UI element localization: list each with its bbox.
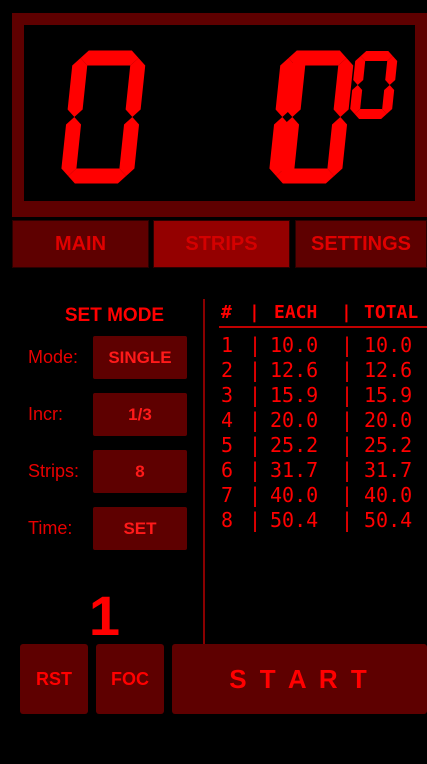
table-cell-sep1: | — [249, 358, 262, 382]
table-cell-n: 4 — [221, 408, 234, 432]
table-cell-sep2: | — [341, 383, 354, 407]
tab-settings[interactable]: SETTINGS — [295, 220, 427, 268]
segment-f — [67, 58, 88, 117]
table-cell-total: 31.7 — [364, 458, 413, 482]
table-cell-sep2: | — [341, 333, 354, 357]
table-cell-total: 20.0 — [364, 408, 413, 432]
segment-d — [68, 168, 127, 184]
table-cell-sep1: | — [249, 508, 262, 532]
header-each: EACH — [274, 302, 318, 323]
table-cell-n: 6 — [221, 458, 234, 482]
table-cell-n: 5 — [221, 433, 234, 457]
focus-button-label: FOC — [111, 668, 149, 689]
segment-c — [327, 117, 348, 176]
table-row: 2 | 12.6 | 12.6 — [219, 358, 427, 382]
table-row: 1 | 10.0 | 10.0 — [219, 333, 427, 357]
table-cell-each: 12.6 — [270, 358, 319, 382]
table-cell-total: 15.9 — [364, 383, 413, 407]
reset-button[interactable]: RST — [20, 644, 88, 714]
table-cell-sep2: | — [341, 408, 354, 432]
set-mode-title: SET MODE — [64, 305, 165, 326]
table-cell-n: 1 — [221, 333, 234, 357]
table-cell-sep2: | — [341, 358, 354, 382]
table-cell-each: 25.2 — [270, 433, 319, 457]
start-button[interactable]: S T A R T — [172, 644, 427, 714]
timer-display — [12, 13, 427, 217]
start-button-label: S T A R T — [229, 663, 370, 694]
table-row: 7 | 40.0 | 40.0 — [219, 483, 427, 507]
header-separator: | — [341, 302, 352, 323]
table-cell-total: 50.4 — [364, 508, 413, 532]
table-row: 5 | 25.2 | 25.2 — [219, 433, 427, 457]
tab-main-label: MAIN — [54, 232, 107, 255]
table-row: 3 | 15.9 | 15.9 — [219, 383, 427, 407]
time-label: Time: — [28, 518, 73, 538]
header-rule — [219, 326, 427, 328]
table-cell-n: 3 — [221, 383, 234, 407]
focus-button[interactable]: FOC — [96, 644, 164, 714]
table-cell-sep1: | — [249, 483, 262, 507]
segment-d — [276, 168, 335, 184]
time-button[interactable]: SET — [93, 507, 187, 550]
seven-segment-display — [24, 25, 415, 201]
mode-label: Mode: — [28, 347, 79, 367]
header-total: TOTAL — [364, 302, 419, 323]
segment-a — [360, 51, 393, 61]
segment-a — [80, 50, 139, 66]
table-header: # | EACH | TOTAL — [219, 302, 427, 324]
table-cell-sep2: | — [341, 483, 354, 507]
table-cell-each: 10.0 — [270, 333, 319, 357]
segment-c — [119, 117, 140, 176]
display-digit-3 — [269, 50, 354, 184]
tab-settings-label: SETTINGS — [310, 232, 411, 255]
strip-counter: 1 — [88, 584, 121, 647]
incr-label: Incr: — [28, 404, 64, 424]
table-cell-total: 12.6 — [364, 358, 413, 382]
display-degree — [350, 51, 398, 119]
table-cell-sep1: | — [249, 458, 262, 482]
table-row: 6 | 31.7 | 31.7 — [219, 458, 427, 482]
seven-segment-svg — [61, 50, 398, 184]
table-row: 8 | 50.4 | 50.4 — [219, 508, 427, 532]
table-cell-n: 7 — [221, 483, 234, 507]
header-number: # — [221, 302, 232, 323]
tab-strips[interactable]: STRIPS — [153, 220, 290, 268]
tab-bar: MAIN STRIPS SETTINGS — [12, 220, 427, 279]
table-cell-sep1: | — [249, 333, 262, 357]
segment-a — [288, 50, 347, 66]
header-separator: | — [249, 302, 260, 323]
darkroom-timer-app: MAIN STRIPS SETTINGS SET MODE Mode: SING… — [12, 13, 427, 764]
table-cell-each: 40.0 — [270, 483, 319, 507]
table-cell-n: 8 — [221, 508, 234, 532]
table-cell-sep2: | — [341, 433, 354, 457]
table-cell-sep2: | — [341, 458, 354, 482]
table-cell-sep1: | — [249, 433, 262, 457]
panel-divider — [203, 299, 205, 651]
table-cell-sep1: | — [249, 383, 262, 407]
reset-button-label: RST — [36, 668, 72, 689]
table-row: 4 | 20.0 | 20.0 — [219, 408, 427, 432]
table-cell-total: 25.2 — [364, 433, 413, 457]
table-cell-total: 40.0 — [364, 483, 413, 507]
table-cell-each: 15.9 — [270, 383, 319, 407]
table-cell-each: 31.7 — [270, 458, 319, 482]
incr-button[interactable]: 1/3 — [93, 393, 187, 436]
segment-b — [125, 58, 146, 117]
table-cell-sep1: | — [249, 408, 262, 432]
tab-main[interactable]: MAIN — [12, 220, 149, 268]
segment-d — [354, 109, 387, 119]
table-cell-each: 20.0 — [270, 408, 319, 432]
segment-c — [382, 85, 395, 114]
strips-button[interactable]: 8 — [93, 450, 187, 493]
tab-strips-label: STRIPS — [185, 232, 258, 255]
table-cell-sep2: | — [341, 508, 354, 532]
mode-button[interactable]: SINGLE — [93, 336, 187, 379]
strips-label: Strips: — [28, 461, 80, 481]
table-cell-each: 50.4 — [270, 508, 319, 532]
segment-e — [61, 117, 82, 176]
table-cell-total: 10.0 — [364, 333, 413, 357]
table-cell-n: 2 — [221, 358, 234, 382]
segment-f — [353, 56, 366, 85]
display-digit-1 — [61, 50, 146, 184]
